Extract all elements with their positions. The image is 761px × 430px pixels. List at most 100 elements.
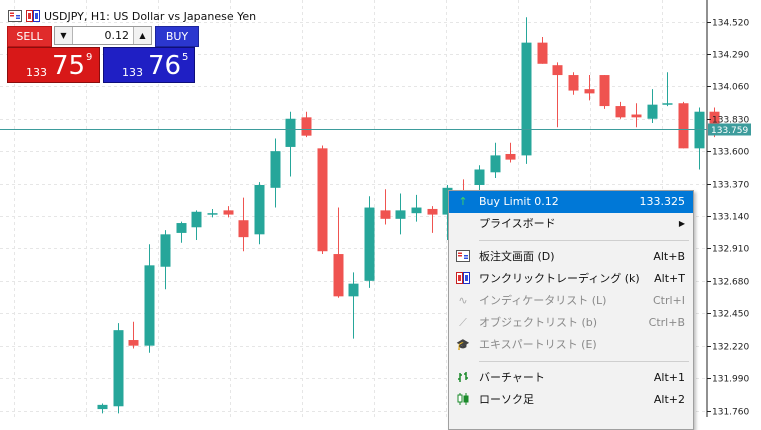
- bar-chart-icon: [456, 371, 470, 385]
- ask-price-prefix: 133: [122, 66, 143, 79]
- sell-button[interactable]: SELL: [7, 26, 52, 47]
- menu-item-experts-list[interactable]: 🎓 エキスパートリスト (E): [449, 334, 693, 356]
- candle-body: [521, 42, 532, 156]
- menu-item-shortcut: Alt+2: [653, 393, 685, 406]
- candlestick-icon: [456, 393, 470, 407]
- menu-item-label: ローソク足: [479, 393, 534, 406]
- axis-tick-label: 134.520: [712, 19, 749, 29]
- axis-tick-label: 134.060: [712, 83, 749, 93]
- axis-tick-label: 133.140: [712, 213, 749, 223]
- candle-body: [568, 75, 579, 91]
- buy-button[interactable]: BUY: [155, 26, 199, 47]
- chart-title-text: USDJPY, H1: US Dollar vs Japanese Yen: [44, 9, 257, 23]
- menu-separator: [479, 240, 689, 241]
- one-click-trading-panel: SELL ▼ 0.12 ▲ BUY 133 75 9 133 76 5: [7, 26, 199, 84]
- menu-item-depth-of-market[interactable]: 板注文画面 (D) Alt+B: [449, 246, 693, 268]
- indicators-icon: ∿: [458, 294, 468, 307]
- axis-tick-label: 132.680: [712, 278, 749, 288]
- candle-body: [270, 151, 281, 188]
- candle-body: [238, 220, 249, 238]
- menu-item-shortcut: Alt+B: [653, 250, 685, 263]
- menu-item-objects-list[interactable]: ⟋ オブジェクトリスト (b) Ctrl+B: [449, 312, 693, 334]
- axis-tick-label: 132.910: [712, 245, 749, 255]
- menu-separator: [479, 361, 689, 362]
- lot-size-input[interactable]: 0.12: [73, 27, 133, 44]
- lot-size-stepper[interactable]: ▼ 0.12 ▲: [54, 26, 152, 45]
- candle-body: [301, 117, 312, 136]
- candle-body: [505, 153, 516, 160]
- bid-price-big: 75: [52, 51, 86, 81]
- candle-body: [678, 103, 689, 149]
- experts-icon: 🎓: [456, 338, 470, 351]
- candle-body: [694, 111, 705, 149]
- bid-price-prefix: 133: [26, 66, 47, 79]
- one-click-trading-icon: [456, 272, 470, 286]
- menu-item-label: 板注文画面 (D): [479, 250, 555, 263]
- menu-item-label: オブジェクトリスト (b): [479, 316, 598, 329]
- candle-body: [348, 283, 359, 297]
- axis-tick-label: 132.220: [712, 343, 749, 353]
- candle-body: [552, 65, 563, 76]
- candle-body: [474, 169, 485, 185]
- candle-body: [427, 208, 438, 215]
- candle-body: [317, 148, 328, 252]
- menu-item-label: エキスパートリスト (E): [479, 338, 597, 351]
- candle-body: [144, 265, 155, 346]
- submenu-arrow-icon: ▶: [678, 219, 685, 228]
- context-menu: ↑ Buy Limit 0.12 133.325 プライスボード ▶ 板注文画面…: [448, 190, 694, 430]
- menu-item-candlestick[interactable]: ローソク足 Alt+2: [449, 389, 693, 411]
- menu-item-shortcut: Ctrl+I: [652, 294, 685, 307]
- ask-price-sup: 5: [182, 52, 189, 63]
- menu-item-bar-chart[interactable]: バーチャート Alt+1: [449, 367, 693, 389]
- menu-item-indicators-list[interactable]: ∿ インディケータリスト (L) Ctrl+I: [449, 290, 693, 312]
- depth-of-market-icon[interactable]: [8, 10, 22, 22]
- menu-item-shortcut: Ctrl+B: [648, 316, 685, 329]
- chart-title: USDJPY, H1: US Dollar vs Japanese Yen: [8, 8, 256, 24]
- menu-item-shortcut: 133.325: [639, 195, 686, 208]
- current-price-label: 133.759: [711, 126, 748, 136]
- candle-body: [207, 213, 218, 215]
- menu-item-shortcut: Alt+1: [653, 371, 685, 384]
- chevron-up-icon[interactable]: ▲: [133, 27, 151, 44]
- sell-price-button[interactable]: 133 75 9: [7, 47, 100, 83]
- candle-body: [647, 104, 658, 119]
- menu-item-label: インディケータリスト (L): [479, 294, 607, 307]
- candle-body: [584, 89, 595, 94]
- candle-body: [395, 210, 406, 219]
- candle-body: [285, 118, 296, 147]
- bid-price-sup: 9: [86, 52, 93, 63]
- axis-tick-label: 133.600: [712, 148, 749, 158]
- candle-body: [490, 155, 501, 173]
- candle-body: [537, 42, 548, 64]
- candle-body: [191, 211, 202, 228]
- axis-tick-label: 133.370: [712, 181, 749, 191]
- menu-item-one-click-trading[interactable]: ワンクリックトレーディング (k) Alt+T: [449, 268, 693, 290]
- candle-body: [97, 404, 108, 410]
- candle-body: [364, 207, 375, 281]
- candle-body: [411, 207, 422, 214]
- menu-item-label: プライスボード: [479, 217, 556, 230]
- menu-item-buy-limit[interactable]: ↑ Buy Limit 0.12 133.325: [449, 191, 693, 213]
- buy-price-button[interactable]: 133 76 5: [103, 47, 195, 83]
- menu-item-price-board[interactable]: プライスボード ▶: [449, 213, 693, 235]
- up-arrow-icon: ↑: [458, 195, 468, 208]
- menu-item-label: ワンクリックトレーディング (k): [479, 272, 640, 285]
- candle-body: [333, 254, 344, 297]
- candle-body: [254, 184, 265, 235]
- menu-item-label: Buy Limit 0.12: [479, 195, 559, 208]
- axis-tick-label: 132.450: [712, 310, 749, 320]
- depth-of-market-icon: [456, 250, 470, 264]
- candle-body: [662, 103, 673, 105]
- axis-tick-label: 131.990: [712, 375, 749, 385]
- axis-tick-label: 134.290: [712, 51, 749, 61]
- objects-icon: ⟋: [459, 316, 467, 329]
- chevron-down-icon[interactable]: ▼: [55, 27, 73, 44]
- candle-body: [223, 210, 234, 215]
- one-click-trading-icon[interactable]: [26, 10, 40, 22]
- candle-body: [380, 210, 391, 219]
- candle-body: [631, 114, 642, 118]
- candle-body: [128, 340, 139, 346]
- menu-item-shortcut: Alt+T: [654, 272, 685, 285]
- candle-body: [160, 234, 171, 267]
- candle-body: [113, 330, 124, 407]
